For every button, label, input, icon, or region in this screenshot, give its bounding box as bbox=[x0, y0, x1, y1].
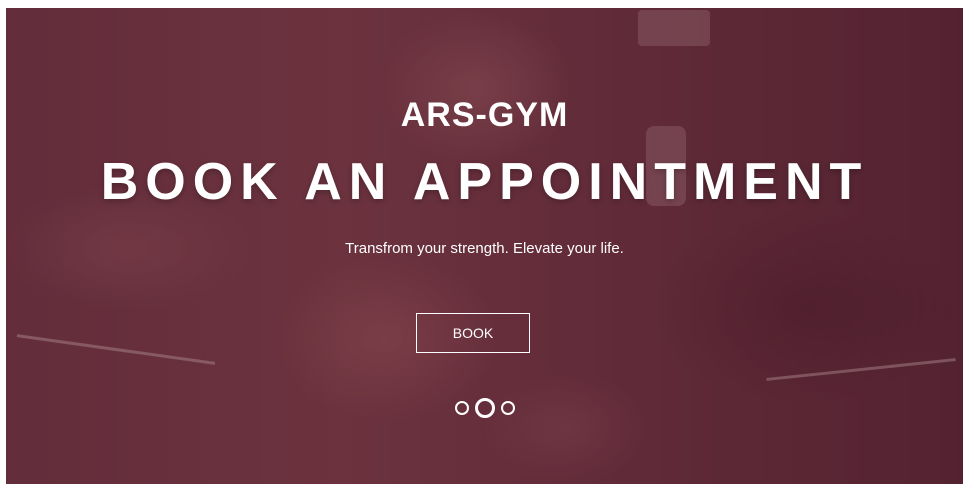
slider-dot-icon[interactable] bbox=[454, 401, 469, 415]
hero-tagline: Transfrom your strength. Elevate your li… bbox=[345, 240, 624, 257]
book-button[interactable]: BOOK bbox=[416, 313, 530, 353]
slider-pagination bbox=[6, 398, 963, 418]
brand-title: ARS-GYM bbox=[400, 96, 569, 134]
hero-headline: BOOK AN APPOINTMENT bbox=[100, 153, 869, 211]
slider-dot-icon[interactable] bbox=[474, 398, 495, 418]
slider-dot-icon[interactable] bbox=[500, 401, 515, 415]
hero-section: ARS-GYM BOOK AN APPOINTMENT Transfrom yo… bbox=[6, 8, 963, 484]
